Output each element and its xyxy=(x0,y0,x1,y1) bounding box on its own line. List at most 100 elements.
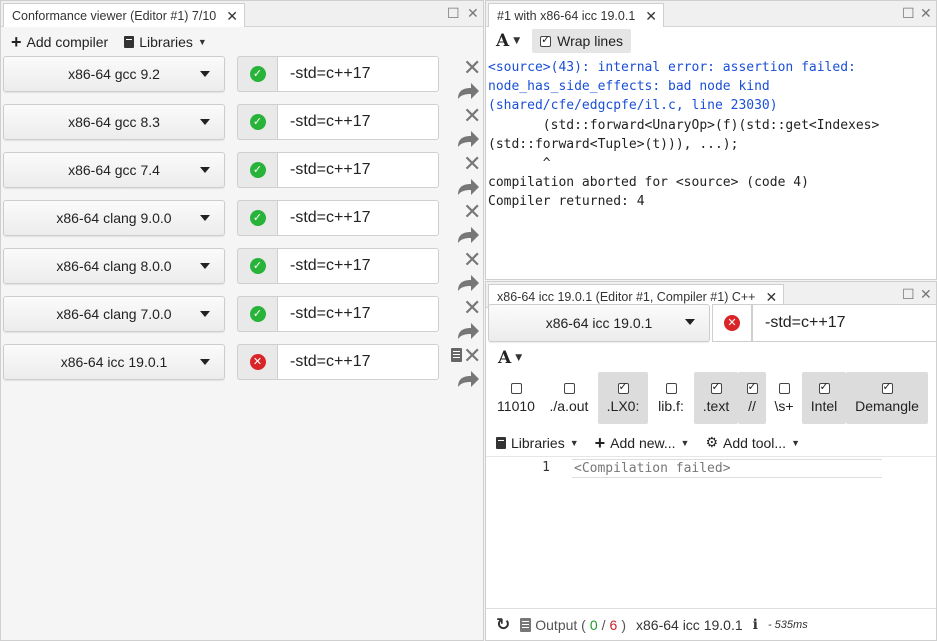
compiler-options-input[interactable]: -std=c++17 xyxy=(277,200,439,236)
compiler-pane: x86-64 icc 19.0.1 (Editor #1, Compiler #… xyxy=(485,281,937,641)
checkbox-checked-icon xyxy=(540,33,552,47)
compiler-options-input[interactable]: -std=c++17 xyxy=(752,304,936,342)
compile-status[interactable]: ✓ xyxy=(237,152,277,188)
caret-down-icon: ▼ xyxy=(513,36,521,46)
add-compiler-button[interactable]: + Add compiler xyxy=(11,33,108,51)
info-icon[interactable]: i xyxy=(753,617,758,633)
font-size-dropdown[interactable]: A ▼ xyxy=(492,348,528,368)
compile-status[interactable]: ✓ xyxy=(237,200,277,236)
filter-labels[interactable]: .LX0: xyxy=(598,372,648,424)
wrap-lines-toggle[interactable]: Wrap lines xyxy=(532,29,632,53)
add-tool-dropdown[interactable]: ⚙ Add tool... ▼ xyxy=(705,434,800,451)
maximize-icon[interactable]: ☐ xyxy=(902,285,915,303)
maximize-icon[interactable]: ☐ xyxy=(447,4,460,22)
tab-title: #1 with x86-64 icc 19.0.1 xyxy=(497,8,636,23)
check-circle-icon: ✓ xyxy=(249,306,266,322)
remove-compiler-icon[interactable]: ✕ xyxy=(463,201,481,223)
libraries-dropdown[interactable]: Libraries ▼ xyxy=(124,34,207,50)
filter-whitespace[interactable]: \s+ xyxy=(766,372,802,424)
remove-compiler-icon[interactable]: ✕ xyxy=(463,249,481,271)
compiler-output-pane: #1 with x86-64 icc 19.0.1 ✕ ☐ ✕ A ▼ Wrap… xyxy=(485,0,937,280)
compiler-output-text: <source>(43): internal error: assertion … xyxy=(488,58,934,212)
compile-status[interactable]: ✕ xyxy=(237,344,277,380)
compiler-options-input[interactable]: -std=c++17 xyxy=(277,152,439,188)
close-tab-icon[interactable]: ✕ xyxy=(645,5,657,27)
compiler-options-input[interactable]: -std=c++17 xyxy=(277,344,439,380)
filter-binary[interactable]: 11010 xyxy=(492,372,540,424)
check-circle-icon: ✓ xyxy=(249,210,266,226)
filter-directives[interactable]: .text xyxy=(694,372,738,424)
open-output-arrow-icon[interactable] xyxy=(455,81,481,101)
conformance-viewer-pane: Conformance viewer (Editor #1) 7/10 ✕ ☐ … xyxy=(0,0,484,641)
open-output-arrow-icon[interactable] xyxy=(455,369,481,389)
maximize-icon[interactable]: ☐ xyxy=(902,4,915,22)
caret-down-icon: ▼ xyxy=(791,437,800,448)
remove-compiler-icon[interactable]: ✕ xyxy=(463,153,481,175)
tab-title: Conformance viewer (Editor #1) 7/10 xyxy=(12,8,217,23)
assembly-line: <Compilation failed> xyxy=(572,459,882,478)
close-pane-icon[interactable]: ✕ xyxy=(920,4,932,22)
filter-comments[interactable]: // xyxy=(738,372,766,424)
open-output-arrow-icon[interactable] xyxy=(455,225,481,245)
remove-compiler-icon[interactable]: ✕ xyxy=(463,297,481,319)
compiler-select[interactable]: x86-64 gcc 8.3 xyxy=(3,104,225,140)
libraries-dropdown[interactable]: Libraries ▼ xyxy=(496,434,579,451)
filter-library-functions[interactable]: lib.f: xyxy=(648,372,694,424)
checkbox-checked-icon xyxy=(617,380,629,394)
remove-compiler-icon[interactable]: ✕ xyxy=(463,105,481,127)
output-button[interactable]: Output (0/6) xyxy=(520,617,626,633)
font-size-dropdown[interactable]: A ▼ xyxy=(490,31,526,51)
checkbox-icon xyxy=(510,382,522,394)
checkbox-checked-icon xyxy=(746,380,758,394)
compiler-select[interactable]: x86-64 gcc 9.2 xyxy=(3,56,225,92)
error-line: <source>(43): internal error: assertion … xyxy=(488,60,856,75)
open-output-arrow-icon[interactable] xyxy=(455,129,481,149)
error-circle-icon: ✕ xyxy=(724,315,740,331)
output-log-icon[interactable] xyxy=(451,348,462,362)
compiler-select[interactable]: x86-64 gcc 7.4 xyxy=(3,152,225,188)
compile-status[interactable]: ✓ xyxy=(237,248,277,284)
compiler-select[interactable]: x86-64 icc 19.0.1 xyxy=(3,344,225,380)
filter-execute[interactable]: ./a.out xyxy=(540,372,598,424)
tab-output[interactable]: #1 with x86-64 icc 19.0.1 ✕ xyxy=(488,3,665,27)
conformance-toolbar: + Add compiler Libraries ▼ xyxy=(1,29,483,55)
output-line: ^ xyxy=(488,156,551,172)
add-new-dropdown[interactable]: + Add new... ▼ xyxy=(594,432,690,453)
compiler-select[interactable]: x86-64 clang 9.0.0 xyxy=(3,200,225,236)
recompile-icon[interactable]: ↻ xyxy=(496,615,510,635)
output-line: (std::forward<UnaryOp>(f)(std::get<Index… xyxy=(488,117,880,133)
plus-icon: + xyxy=(594,432,606,453)
close-pane-icon[interactable]: ✕ xyxy=(467,4,479,22)
compile-status[interactable]: ✓ xyxy=(237,104,277,140)
compile-status[interactable]: ✓ xyxy=(237,56,277,92)
compiler-options-input[interactable]: -std=c++17 xyxy=(277,296,439,332)
caret-down-icon: ▼ xyxy=(569,437,579,448)
open-output-arrow-icon[interactable] xyxy=(455,321,481,341)
remove-compiler-icon[interactable]: ✕ xyxy=(463,57,481,79)
compile-time: - 535ms xyxy=(767,618,808,631)
book-icon xyxy=(496,436,506,449)
compiler-select[interactable]: x86-64 icc 19.0.1 xyxy=(488,304,710,342)
compiler-options-input[interactable]: -std=c++17 xyxy=(277,56,439,92)
open-output-arrow-icon[interactable] xyxy=(455,273,481,293)
close-pane-icon[interactable]: ✕ xyxy=(920,285,932,303)
assembly-editor[interactable]: 1 <Compilation failed> xyxy=(486,456,936,608)
output-line: compilation aborted for <source> (code 4… xyxy=(488,175,809,191)
compiler-name-label: x86-64 icc 19.0.1 xyxy=(636,616,743,633)
compile-status[interactable]: ✕ xyxy=(712,304,752,342)
filter-demangle[interactable]: Demangle xyxy=(846,372,928,424)
compiler-options-input[interactable]: -std=c++17 xyxy=(277,104,439,140)
filter-intel-syntax[interactable]: Intel xyxy=(802,372,846,424)
remove-compiler-icon[interactable]: ✕ xyxy=(463,345,481,367)
compile-status[interactable]: ✓ xyxy=(237,296,277,332)
compiler-options-input[interactable]: -std=c++17 xyxy=(277,248,439,284)
compiler-select[interactable]: x86-64 clang 8.0.0 xyxy=(3,248,225,284)
line-number: 1 xyxy=(542,460,550,475)
check-circle-icon: ✓ xyxy=(249,258,266,274)
compiler-select[interactable]: x86-64 clang 7.0.0 xyxy=(3,296,225,332)
close-tab-icon[interactable]: ✕ xyxy=(226,5,238,27)
open-output-arrow-icon[interactable] xyxy=(455,177,481,197)
book-icon xyxy=(124,36,135,48)
tab-conformance-viewer[interactable]: Conformance viewer (Editor #1) 7/10 ✕ xyxy=(3,3,245,27)
dropdown-caret-icon xyxy=(200,167,210,173)
